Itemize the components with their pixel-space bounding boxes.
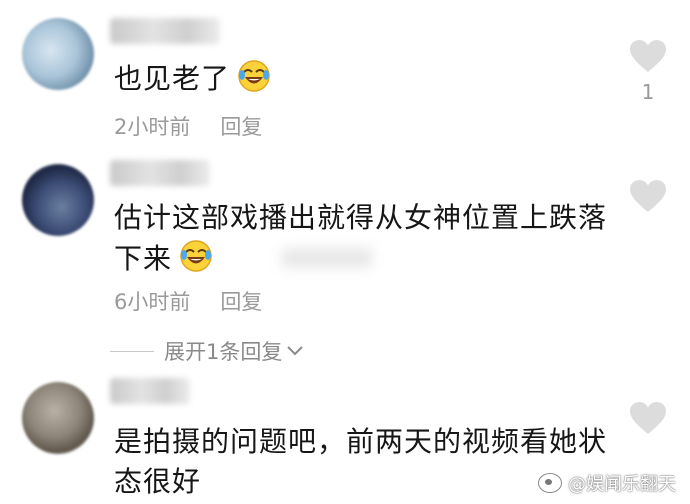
heart-icon [630, 40, 666, 72]
username-blurred[interactable] [110, 18, 220, 44]
avatar[interactable] [22, 18, 94, 90]
avatar[interactable] [22, 164, 94, 236]
watermark-text: @娱闻乐翻天 [568, 474, 676, 495]
comment-time: 6小时前 [114, 290, 191, 314]
like-button[interactable]: 1 [628, 38, 668, 104]
watermark: @娱闻乐翻天 [538, 470, 676, 496]
laughing-tears-emoji [238, 60, 270, 92]
divider [110, 350, 154, 352]
comment-meta: 2小时前 回复 [114, 111, 262, 141]
comment-item: 估计这部戏播出就得从女神位置上跌落 下来 6小时前 回复 [0, 150, 690, 320]
like-button[interactable] [628, 400, 668, 436]
like-count: 1 [641, 80, 655, 104]
avatar[interactable] [22, 382, 94, 454]
comment-item: 也见老了 2小时前 回复 1 [0, 0, 690, 150]
heart-icon [630, 180, 666, 212]
reply-button[interactable]: 回复 [220, 290, 262, 314]
blurred-smudge [282, 248, 372, 268]
username-blurred[interactable] [110, 160, 210, 186]
expand-replies-button[interactable]: 展开1条回复 [110, 336, 304, 366]
chevron-down-icon [287, 346, 304, 356]
laughing-tears-emoji [180, 240, 212, 272]
username-blurred[interactable] [110, 378, 190, 404]
heart-icon [630, 402, 666, 434]
comment-text: 也见老了 [114, 58, 614, 99]
like-button[interactable] [628, 178, 668, 214]
comment-meta: 6小时前 回复 [114, 286, 262, 316]
reply-button[interactable]: 回复 [220, 115, 262, 139]
expand-replies-label: 展开1条回复 [164, 340, 283, 364]
comment-time: 2小时前 [114, 115, 191, 139]
weibo-logo-icon [538, 473, 562, 493]
